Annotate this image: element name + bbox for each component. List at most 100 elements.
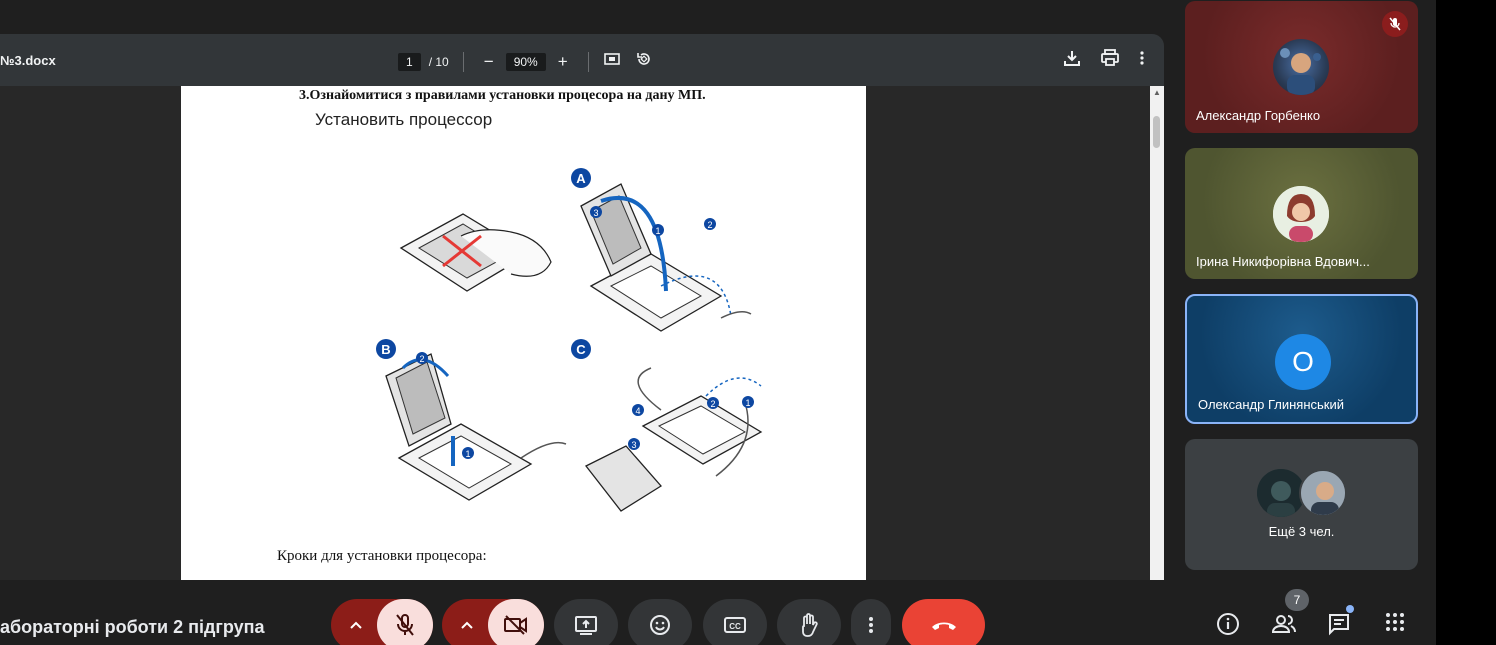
apps-grid-icon	[1386, 613, 1404, 631]
figure-label-b-text: B	[381, 342, 390, 357]
step-marker: 1	[742, 396, 754, 408]
pdf-filename: №3.docx	[0, 53, 56, 68]
step-c-figure	[585, 367, 763, 512]
step-marker: 4	[632, 404, 644, 416]
avatar-photo	[1301, 471, 1345, 515]
camera-control-group	[442, 599, 544, 645]
toolbar-divider	[462, 51, 464, 72]
participant-name: Олександр Глинянський	[1198, 397, 1344, 412]
info-icon	[1217, 613, 1239, 635]
present-screen-button[interactable]	[554, 599, 618, 645]
fit-page-icon	[603, 53, 620, 65]
camera-off-icon	[504, 615, 527, 635]
more-participants-tile[interactable]: Ещё 3 чел.	[1185, 439, 1418, 570]
people-count-badge: 7	[1285, 589, 1309, 611]
print-icon	[1101, 49, 1119, 66]
svg-text:4: 4	[635, 406, 640, 416]
pdf-viewer: №3.docx 1 / 10 − 90% + 3.Ознайомитися з …	[0, 34, 1164, 580]
step-marker: 1	[462, 447, 474, 459]
pdf-canvas[interactable]: 3.Ознайомитися з правилами установки про…	[0, 86, 1150, 580]
more-participants-label: Ещё 3 чел.	[1268, 524, 1335, 539]
step-marker: 3	[590, 206, 602, 218]
more-vert-icon	[1140, 51, 1144, 65]
svg-text:2: 2	[707, 220, 712, 230]
avatar: О	[1275, 334, 1331, 390]
rotate-button[interactable]	[635, 50, 653, 73]
reactions-button[interactable]	[628, 599, 692, 645]
pdf-actions	[1062, 48, 1146, 68]
pdf-page-controls: 1 / 10 − 90% +	[398, 50, 653, 73]
mic-toggle-button[interactable]	[377, 599, 433, 645]
mic-off-icon	[1389, 17, 1401, 31]
step-marker: 2	[707, 397, 719, 409]
present-screen-icon	[575, 616, 597, 635]
figure-label-c: C	[571, 339, 591, 359]
raise-hand-button[interactable]	[777, 599, 841, 645]
document-page: 3.Ознайомитися з правилами установки про…	[181, 86, 866, 580]
print-button[interactable]	[1100, 48, 1120, 68]
svg-text:1: 1	[465, 449, 470, 459]
raise-hand-icon	[802, 613, 818, 637]
emoji-icon	[650, 615, 670, 635]
pdf-scrollbar[interactable]: ▲	[1150, 86, 1164, 580]
avatar	[1299, 469, 1347, 517]
avatar-photo	[1280, 48, 1321, 95]
more-vert-icon	[869, 617, 873, 633]
chat-unread-dot	[1346, 605, 1354, 613]
svg-text:1: 1	[655, 226, 660, 236]
doc-steps-label: Кроки для установки процесора:	[277, 548, 487, 564]
zoom-out-button[interactable]: −	[478, 52, 500, 71]
screen-edge	[1436, 0, 1496, 645]
leave-call-button[interactable]	[902, 599, 985, 645]
captions-button[interactable]: CC	[703, 599, 767, 645]
step-marker: 2	[704, 218, 716, 230]
fit-page-button[interactable]	[603, 50, 621, 73]
step-marker: 1	[652, 224, 664, 236]
svg-text:2: 2	[419, 354, 424, 364]
figure-label-a-text: A	[576, 171, 586, 186]
chat-button[interactable]	[1327, 612, 1351, 641]
avatar	[1257, 469, 1305, 517]
zoom-input[interactable]: 90%	[505, 52, 546, 71]
pdf-toolbar: №3.docx 1 / 10 − 90% +	[0, 34, 1164, 86]
page-number-input[interactable]: 1	[398, 52, 421, 71]
svg-text:3: 3	[593, 208, 598, 218]
avatar-photo	[1273, 186, 1329, 242]
participant-tile[interactable]: Ірина Никифорівна Вдович...	[1185, 148, 1418, 279]
camera-toggle-button[interactable]	[488, 599, 544, 645]
avatar-photo	[1257, 469, 1305, 517]
camera-options-button[interactable]	[460, 617, 474, 635]
mic-control-group	[331, 599, 433, 645]
svg-text:CC: CC	[729, 622, 741, 631]
scroll-thumb[interactable]	[1153, 116, 1160, 148]
chevron-up-icon	[461, 621, 473, 629]
more-options-button[interactable]	[851, 599, 891, 645]
step-b-figure	[385, 353, 567, 501]
step-marker: 2	[416, 352, 428, 364]
svg-text:2: 2	[710, 399, 715, 409]
avatar	[1273, 39, 1329, 95]
svg-text:3: 3	[631, 440, 636, 450]
participant-tile-active[interactable]: О Олександр Глинянський	[1185, 294, 1418, 424]
people-button[interactable]	[1270, 612, 1298, 641]
figure-label-a: A	[571, 168, 591, 188]
scroll-up-icon[interactable]: ▲	[1153, 88, 1161, 97]
chevron-up-icon	[350, 621, 362, 629]
toolbar-divider	[587, 51, 589, 72]
meeting-info-button[interactable]	[1216, 612, 1240, 641]
mic-options-button[interactable]	[349, 617, 363, 635]
step-marker: 3	[628, 438, 640, 450]
rotate-icon	[636, 53, 650, 65]
closed-captions-icon: CC	[724, 617, 746, 633]
download-icon	[1064, 51, 1080, 66]
zoom-in-button[interactable]: +	[552, 52, 574, 71]
participant-name: Александр Горбенко	[1196, 108, 1321, 123]
participant-tile[interactable]: Александр Горбенко	[1185, 1, 1418, 133]
step-a-figure	[580, 183, 752, 332]
more-options-button[interactable]	[1138, 48, 1146, 68]
figure-label-b: B	[376, 339, 396, 359]
download-button[interactable]	[1062, 48, 1082, 68]
figure-label-c-text: C	[576, 342, 586, 357]
activities-button[interactable]	[1385, 612, 1405, 637]
cpu-install-illustration: A B C 3 1 2 2 1 1 2 3 4	[376, 168, 763, 512]
